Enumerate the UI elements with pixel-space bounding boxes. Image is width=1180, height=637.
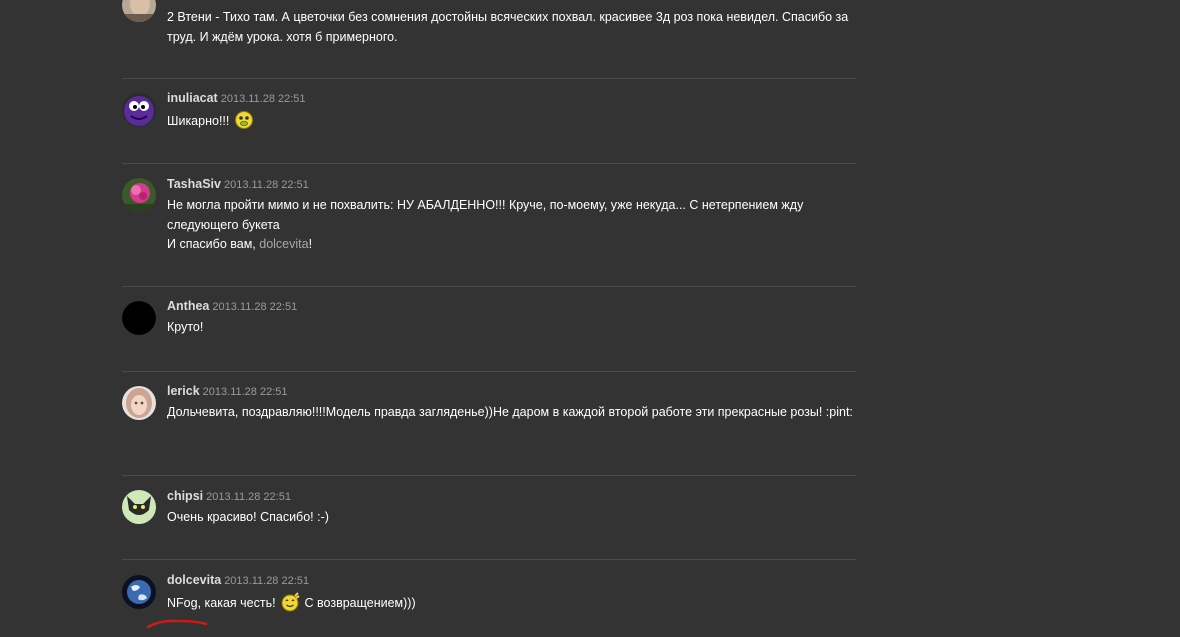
comment-text-content: ! [308, 237, 313, 251]
comment-author[interactable]: inuliacat [167, 91, 218, 105]
pink-flower-avatar[interactable] [122, 178, 156, 212]
comment-meta: Anthea 2013.11.28 22:51 [167, 298, 297, 315]
comment-divider [122, 163, 856, 164]
comment-text-content: И спасибо вам, [167, 237, 260, 251]
black-circle-avatar[interactable] [122, 301, 156, 335]
comment-text: Не могла пройти мимо и не похвалить: НУ … [167, 196, 857, 255]
comment-text: NFog, какая честь! С возвращением))) [167, 592, 857, 619]
comment-text-content: С возвращением))) [301, 596, 416, 610]
comment-meta: inuliacat 2013.11.28 22:51 [167, 90, 306, 107]
comment-divider [122, 475, 856, 476]
comment-date: 2013.11.28 22:51 [223, 179, 309, 191]
face-avatar[interactable] [122, 0, 156, 22]
sick-smiley-icon [234, 110, 254, 137]
comments-list: 2 Втени - Тихо там. А цветочки без сомне… [0, 0, 1180, 637]
doll-avatar[interactable] [122, 386, 156, 420]
comment-meta: chipsi 2013.11.28 22:51 [167, 488, 291, 505]
comment-divider [122, 371, 856, 372]
comment-text: Круто! [167, 320, 204, 334]
comment-divider [122, 286, 856, 287]
comment-text: Очень красиво! Спасибо! :-) [167, 510, 329, 524]
comment-meta: dolcevita 2013.11.28 22:51 [167, 572, 309, 589]
wave-smiley-icon [280, 592, 300, 619]
comment-meta: TashaSiv 2013.11.28 22:51 [167, 176, 309, 193]
purple-monster-avatar[interactable] [122, 93, 156, 127]
comment-author[interactable]: dolcevita [167, 573, 221, 587]
comment-author[interactable]: lerick [167, 384, 200, 398]
comment-date: 2013.11.28 22:51 [224, 575, 310, 587]
comment-divider [122, 78, 856, 79]
earth-avatar[interactable] [122, 575, 156, 609]
comment-text: Дольчевита, поздравляю!!!!Модель правда … [167, 405, 853, 419]
comment-meta: lerick 2013.11.28 22:51 [167, 383, 288, 400]
comment-divider [122, 559, 856, 560]
comment-date: 2013.11.28 22:51 [220, 93, 306, 105]
user-mention-link[interactable]: dolcevita [259, 237, 308, 251]
comment-text-content: Шикарно!!! [167, 114, 230, 128]
comment-text-line: И спасибо вам, dolcevita! [167, 235, 857, 255]
comment-author[interactable]: TashaSiv [167, 177, 221, 191]
comment-text-line: Не могла пройти мимо и не похвалить: НУ … [167, 198, 804, 232]
comment-date: 2013.11.28 22:51 [212, 301, 298, 313]
comment-date: 2013.11.28 22:51 [206, 491, 291, 503]
cat-avatar[interactable] [122, 490, 156, 524]
comment-text-content: NFog, какая честь! [167, 596, 280, 610]
comment-author[interactable]: Anthea [167, 299, 209, 313]
comment-text: 2 Втени - Тихо там. А цветочки без сомне… [167, 10, 849, 44]
comment-text: Шикарно!!! [167, 110, 857, 137]
comment-author[interactable]: chipsi [167, 489, 203, 503]
red-underline-annotation [146, 619, 208, 629]
comment-date: 2013.11.28 22:51 [202, 386, 288, 398]
